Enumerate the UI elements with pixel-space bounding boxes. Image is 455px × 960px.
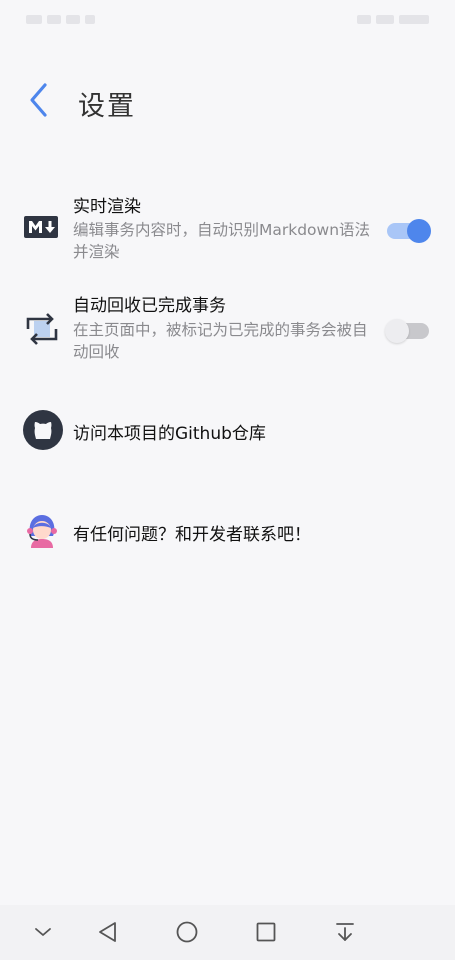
setting-auto-recycle[interactable]: 自动回收已完成事务 在主页面中，被标记为已完成的事务会被自动回收	[0, 285, 455, 375]
support-agent-icon	[22, 510, 64, 552]
setting-markdown-title: 实时渲染	[73, 197, 141, 217]
nav-back-button[interactable]	[95, 919, 121, 945]
circle-home-icon	[176, 921, 198, 943]
contact-developer-label: 有任何问题？和开发者联系吧！	[73, 525, 311, 545]
pull-down-icon	[336, 923, 354, 941]
settings-screen: 设置 实时渲染 编辑事务内容时，自动识别Markdown语法并渲染 自动回收已完…	[0, 0, 455, 960]
signal-icon	[47, 14, 61, 24]
hide-navbar-button[interactable]	[30, 919, 56, 945]
markdown-icon	[22, 211, 64, 253]
setting-markdown-render[interactable]: 实时渲染 编辑事务内容时，自动识别Markdown语法并渲染	[0, 185, 455, 275]
square-recents-icon	[256, 922, 276, 942]
status-icons-right	[357, 12, 429, 26]
sim-icon	[26, 14, 42, 24]
nav-recents-button[interactable]	[253, 919, 279, 945]
recycle-icon	[22, 309, 64, 351]
github-link-label: 访问本项目的Github仓库	[73, 424, 266, 444]
chevron-left-icon	[30, 83, 47, 117]
chevron-down-icon	[35, 928, 51, 936]
nav-home-button[interactable]	[174, 919, 200, 945]
clock-text	[399, 14, 429, 24]
page-title: 设置	[78, 91, 136, 122]
wifi-icon	[66, 14, 80, 24]
setting-markdown-description: 编辑事务内容时，自动识别Markdown语法并渲染	[73, 221, 371, 261]
nav-notifications-button[interactable]	[332, 919, 358, 945]
setting-auto-recycle-description: 在主页面中，被标记为已完成的事务会被自动回收	[73, 321, 368, 361]
header: 设置	[0, 70, 455, 130]
toggle-knob	[385, 319, 409, 343]
notification-icon	[85, 14, 95, 24]
markdown-toggle[interactable]	[385, 217, 431, 243]
github-icon	[22, 409, 64, 451]
status-icons-left	[26, 12, 95, 26]
triangle-back-icon	[99, 922, 116, 942]
navigation-bar	[0, 905, 455, 960]
contact-developer[interactable]: 有任何问题？和开发者联系吧！	[0, 505, 455, 557]
alarm-icon	[357, 14, 371, 24]
status-bar	[0, 0, 455, 36]
setting-auto-recycle-title: 自动回收已完成事务	[73, 296, 226, 316]
auto-recycle-toggle[interactable]	[385, 317, 431, 343]
toggle-knob	[407, 219, 431, 243]
battery-icon	[376, 14, 394, 24]
back-button[interactable]	[20, 78, 60, 122]
github-link[interactable]: 访问本项目的Github仓库	[0, 405, 455, 457]
